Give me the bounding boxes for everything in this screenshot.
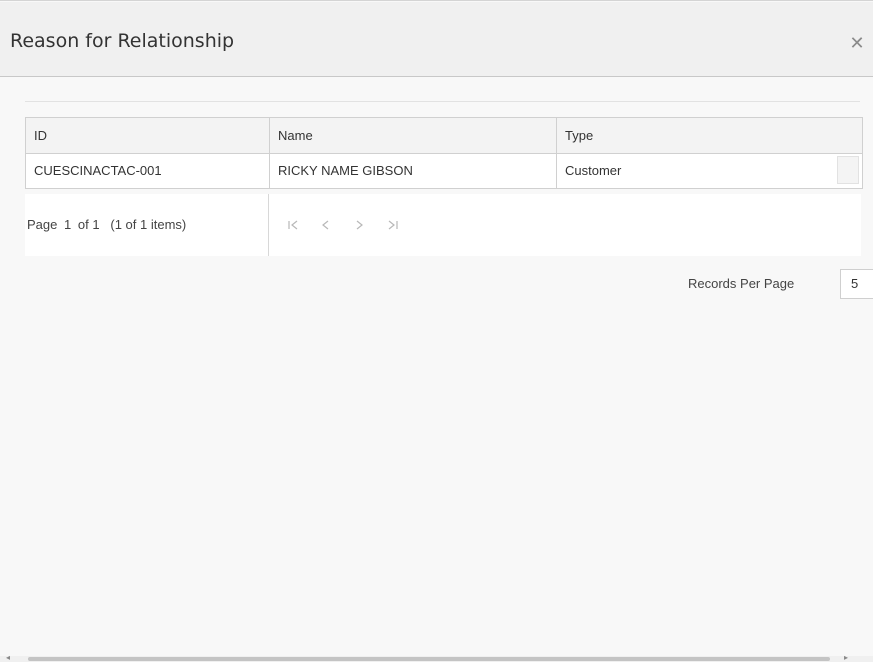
first-page-icon[interactable] [281,194,305,256]
results-table: ID Name Type CUESCINACTAC-001 RICKY NAME… [25,117,863,189]
column-header-name[interactable]: Name [270,118,557,153]
page-total-label: of 1 [77,217,100,232]
cell-id: CUESCINACTAC-001 [26,154,270,188]
page-info: Page 1 of 1 (1 of 1 items) [25,194,269,256]
scrollbar-thumb[interactable] [28,657,830,661]
cell-name: RICKY NAME GIBSON [270,154,557,188]
column-header-type[interactable]: Type [557,118,862,153]
records-per-page-label: Records Per Page [688,276,795,291]
divider [25,101,860,102]
records-per-page-input[interactable]: 5 [840,269,873,299]
items-count-label: (1 of 1 items) [110,217,187,232]
table-header: ID Name Type [26,118,862,154]
next-page-icon[interactable] [347,194,371,256]
last-page-icon[interactable] [381,194,405,256]
table-row[interactable]: CUESCINACTAC-001 RICKY NAME GIBSON Custo… [26,154,862,188]
horizontal-scrollbar[interactable]: ◂ ▸ [0,653,873,662]
page-label: Page [27,217,58,232]
current-page-number[interactable]: 1 [64,217,71,232]
dialog-header: Reason for Relationship ✕ [0,2,873,77]
cell-type: Customer [565,163,622,178]
close-icon[interactable]: ✕ [847,32,867,56]
dialog-title: Reason for Relationship [10,30,235,52]
reason-for-relationship-dialog: Reason for Relationship ✕ ID Name Type C… [0,0,873,662]
row-scrollbar[interactable] [837,156,859,184]
column-header-id[interactable]: ID [26,118,270,153]
previous-page-icon[interactable] [314,194,338,256]
pagination-bar: Page 1 of 1 (1 of 1 items) [25,194,861,256]
